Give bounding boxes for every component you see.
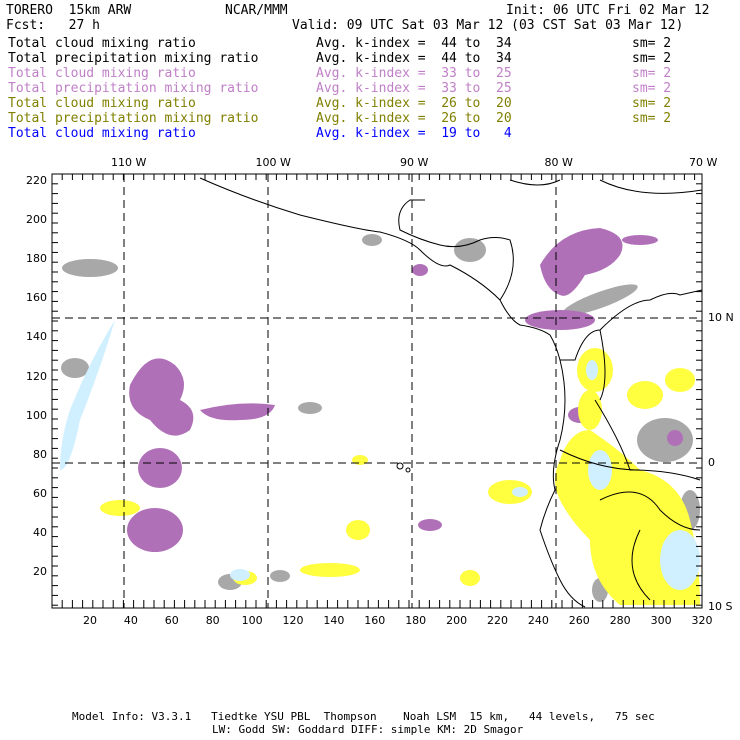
x-axis-label: 200 (446, 614, 468, 627)
y-axis-label: 160 (26, 291, 47, 305)
latitude-label: 10 S (708, 600, 733, 613)
longitude-label: 90 W (400, 156, 429, 169)
y-axis-label: 100 (26, 408, 47, 422)
x-axis-label: 80 (205, 614, 220, 627)
y-axis-label: 140 (26, 330, 47, 344)
footer-physics-info: LW: Godd SW: Goddard DIFF: simple KM: 2D… (212, 723, 524, 736)
y-axis-label: 20 (33, 565, 47, 578)
y-axis-label: 200 (26, 213, 47, 227)
y-axis-label: 80 (33, 447, 47, 461)
longitude-label: 80 W (544, 156, 573, 169)
x-axis-label: 180 (405, 614, 427, 627)
x-axis-label: 40 (123, 614, 138, 627)
x-axis-label: 160 (364, 614, 386, 627)
latitude-label: 0 (708, 455, 715, 469)
longitude-label: 70 W (689, 156, 718, 169)
x-axis-label: 220 (487, 614, 508, 627)
y-axis-label: 40 (33, 525, 47, 539)
x-axis-label: 300 (650, 614, 672, 627)
y-axis-label: 120 (26, 369, 47, 383)
longitude-label: 110 W (111, 156, 147, 169)
map (51, 173, 703, 609)
y-axis-label: 180 (26, 252, 47, 266)
y-axis-label: 220 (26, 174, 47, 187)
x-axis-label: 320 (691, 614, 713, 627)
x-axis-label: 100 (241, 614, 263, 627)
latitude-label: 10 N (708, 311, 734, 324)
y-axis-label: 60 (33, 486, 47, 500)
x-axis-label: 60 (164, 614, 179, 627)
x-axis-label: 120 (282, 614, 304, 627)
x-axis-label: 240 (527, 614, 549, 627)
x-axis-label: 140 (323, 614, 345, 627)
footer-model-info: Model Info: V3.3.1 Tiedtke YSU PBL Thomp… (72, 710, 655, 723)
x-axis-label: 280 (609, 614, 631, 627)
x-axis-label: 260 (568, 614, 590, 627)
longitude-label: 100 W (255, 156, 291, 169)
x-axis-label: 20 (83, 614, 97, 627)
